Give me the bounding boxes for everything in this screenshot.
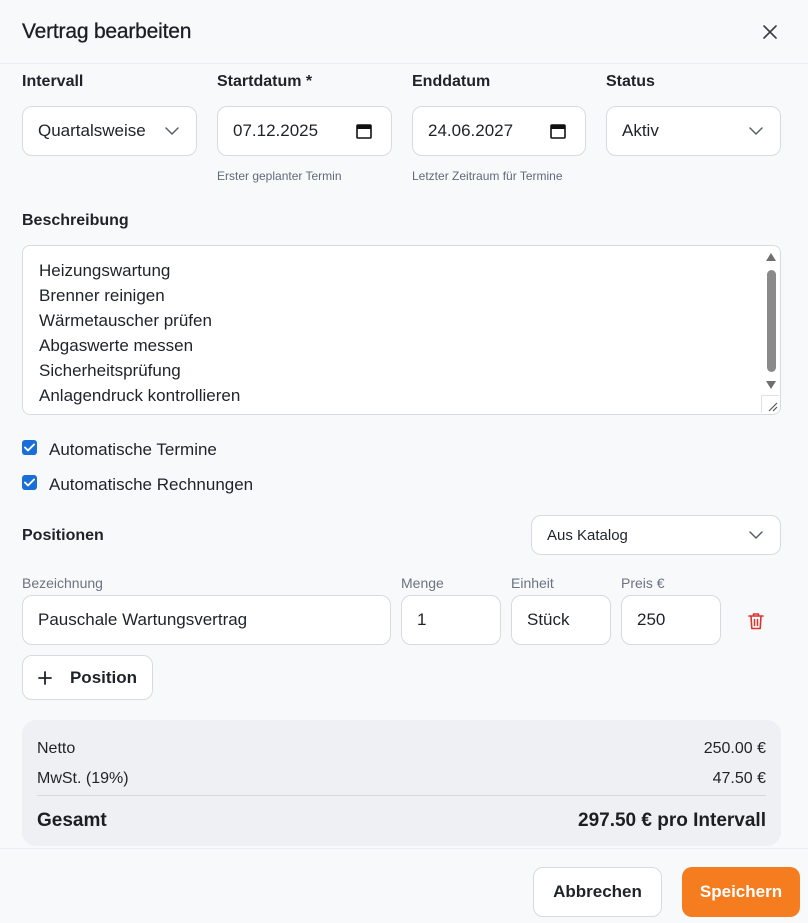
resize-handle[interactable]	[761, 395, 779, 413]
total-label: Gesamt	[37, 810, 107, 831]
total-value: 297.50 € pro Intervall	[578, 810, 766, 831]
save-button[interactable]: Speichern	[682, 867, 800, 917]
catalog-select-value: Aus Katalog	[547, 526, 628, 544]
start-date-input[interactable]: 07.12.2025	[217, 106, 392, 156]
column-price-label: Preis €	[621, 575, 665, 591]
interval-select[interactable]: Quartalsweise	[22, 106, 197, 156]
start-date-label: Startdatum *	[217, 73, 313, 90]
scroll-thumb[interactable]	[767, 270, 776, 372]
total-row: Gesamt 297.50 € pro Intervall	[37, 810, 766, 832]
auto-appointments-checkbox[interactable]	[22, 439, 37, 455]
textarea-scrollbar[interactable]	[763, 248, 779, 396]
vat-label: MwSt. (19%)	[37, 770, 129, 787]
add-position-label: Position	[69, 667, 138, 687]
end-date-input[interactable]: 24.06.2027	[412, 106, 586, 156]
description-label: Beschreibung	[22, 212, 129, 229]
description-line: Brenner reinigen	[39, 286, 165, 305]
chevron-down-icon	[165, 127, 179, 135]
description-line: Wärmetauscher prüfen	[39, 311, 212, 330]
price-summary: Netto 250.00 € MwSt. (19%) 47.50 € Gesam…	[22, 720, 781, 846]
checkmark-icon	[24, 478, 35, 486]
calendar-icon[interactable]	[356, 123, 372, 139]
description-line: Abgaswerte messen	[39, 336, 194, 355]
auto-appointments-label: Automatische Termine	[49, 440, 217, 459]
description-line: Heizungswartung	[39, 261, 171, 280]
chevron-down-icon	[749, 531, 763, 539]
start-date-hint: Erster geplanter Termin	[217, 169, 342, 183]
position-price-value: 250	[637, 610, 666, 629]
position-name-value: Pauschale Wartungsvertrag	[38, 610, 248, 629]
scroll-down-icon[interactable]	[765, 380, 777, 390]
auto-invoices-label: Automatische Rechnungen	[49, 475, 254, 494]
net-value: 250.00 €	[703, 740, 766, 757]
plus-icon	[38, 670, 52, 685]
position-qty-value: 1	[417, 610, 427, 629]
trash-icon	[748, 613, 764, 630]
catalog-select[interactable]: Aus Katalog	[531, 515, 781, 555]
dialog-title: Vertrag bearbeiten	[22, 20, 192, 43]
scroll-up-icon[interactable]	[765, 252, 777, 262]
status-select-value: Aktiv	[622, 121, 659, 140]
edit-contract-dialog: Vertrag bearbeiten Intervall Startdatum …	[0, 0, 808, 923]
description-text: Heizungswartung Brenner reinigen Wärmeta…	[39, 258, 240, 408]
interval-label: Intervall	[22, 73, 84, 90]
footer-divider	[0, 848, 808, 849]
dialog-header: Vertrag bearbeiten	[0, 0, 808, 64]
net-label: Netto	[37, 740, 76, 757]
delete-position-button[interactable]	[745, 610, 767, 632]
cancel-button[interactable]: Abbrechen	[533, 867, 662, 917]
end-date-value: 24.06.2027	[428, 121, 514, 140]
description-line: Anlagendruck kontrollieren	[39, 386, 241, 405]
end-date-hint: Letzter Zeitraum für Termine	[412, 169, 563, 183]
add-position-button[interactable]: Position	[22, 655, 153, 700]
resize-grip-icon	[768, 402, 778, 412]
auto-invoices-option[interactable]: Automatische Rechnungen	[22, 474, 254, 495]
auto-appointments-option[interactable]: Automatische Termine	[22, 439, 217, 460]
end-date-label: Enddatum	[412, 73, 491, 90]
position-name-input[interactable]: Pauschale Wartungsvertrag	[22, 595, 391, 645]
close-icon	[763, 25, 777, 39]
vat-row: MwSt. (19%) 47.50 €	[37, 770, 766, 788]
positions-label: Positionen	[22, 527, 104, 544]
chevron-down-icon	[749, 127, 763, 135]
description-textarea[interactable]: Heizungswartung Brenner reinigen Wärmeta…	[22, 245, 781, 415]
close-button[interactable]	[758, 20, 782, 44]
net-row: Netto 250.00 €	[37, 740, 766, 758]
calendar-icon[interactable]	[550, 123, 566, 139]
checkmark-icon	[24, 443, 35, 451]
column-qty-label: Menge	[401, 575, 444, 591]
auto-invoices-checkbox[interactable]	[22, 474, 37, 490]
interval-select-value: Quartalsweise	[38, 121, 146, 140]
status-select[interactable]: Aktiv	[606, 106, 781, 156]
column-name-label: Bezeichnung	[22, 575, 103, 591]
vat-value: 47.50 €	[712, 770, 766, 787]
start-date-value: 07.12.2025	[233, 121, 319, 140]
status-label: Status	[606, 73, 655, 90]
position-unit-value: Stück	[527, 610, 570, 629]
position-qty-input[interactable]: 1	[401, 595, 501, 645]
column-unit-label: Einheit	[511, 575, 554, 591]
summary-divider	[37, 795, 766, 796]
description-line: Sicherheitsprüfung	[39, 361, 181, 380]
position-unit-input[interactable]: Stück	[511, 595, 611, 645]
position-price-input[interactable]: 250	[621, 595, 721, 645]
